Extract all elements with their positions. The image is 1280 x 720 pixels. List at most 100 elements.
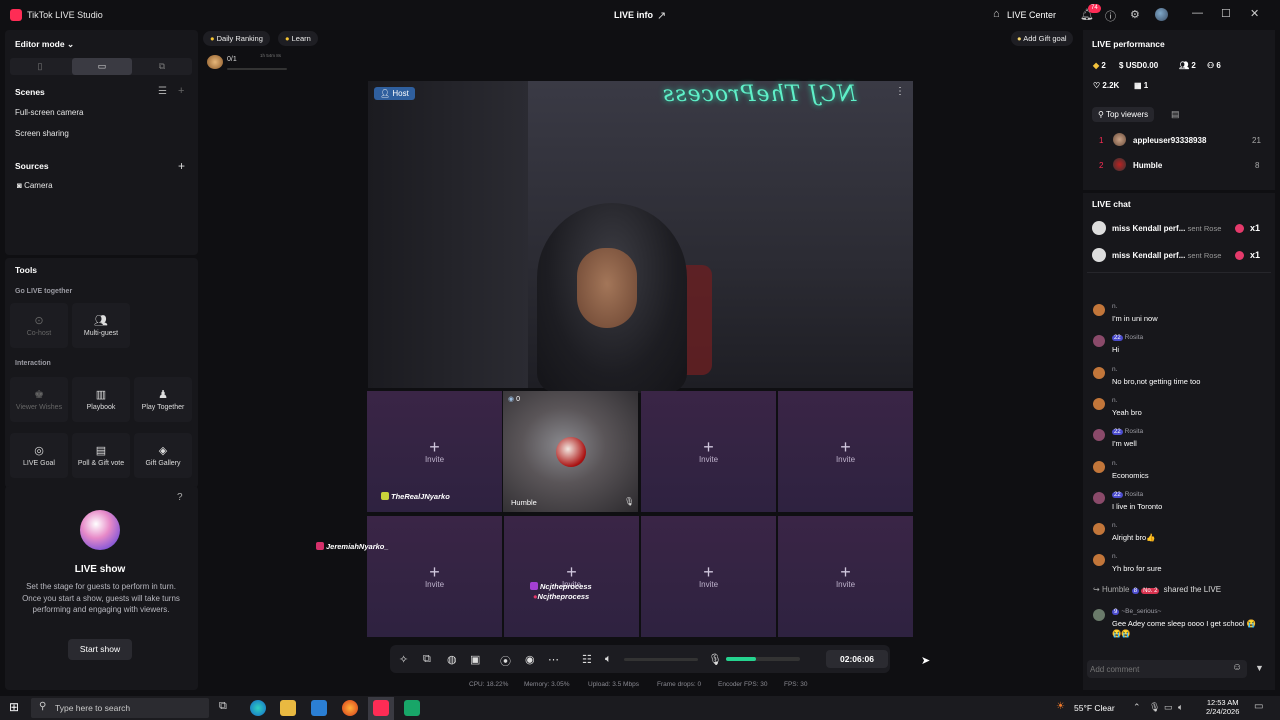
dual-layout-button[interactable]: ⧉ [132,58,192,75]
magic-wand-icon[interactable]: ✧ [399,653,408,666]
chat-user: n. [1112,397,1118,404]
minimize-icon[interactable]: — [1192,7,1203,19]
record-icon[interactable]: ⦿ [500,653,511,669]
effects-icon[interactable]: ⧉ [423,653,431,666]
invite-slot[interactable]: + Invite [778,516,913,637]
notifications-icon[interactable]: ▭ [1254,701,1263,712]
comment-input[interactable] [1090,662,1230,676]
maximize-icon[interactable]: ☐ [1221,7,1231,20]
gifts-stat: ▦ 1 [1134,81,1148,90]
cohost-button[interactable]: ⊙ Co-host [10,303,68,348]
daily-ranking-chip[interactable]: ● Daily Ranking [203,31,270,46]
live-info-button[interactable]: LIVE info [614,10,653,20]
chat-text: Hi [1112,345,1120,354]
level-badge: 22 [1112,335,1123,341]
live-center-button[interactable]: LIVE Center [1007,10,1056,20]
avatar [1093,398,1105,410]
layout-icon[interactable]: ▣ [470,653,480,666]
invite-slot[interactable]: + Invite [778,391,913,512]
tiktok-studio-icon[interactable] [373,700,389,716]
landscape-layout-button[interactable]: ▭ [72,58,132,75]
file-explorer-icon[interactable] [280,700,296,716]
filter-icon[interactable]: ▼ [1255,663,1264,673]
viewers-stat: 👥︎ 2 [1179,61,1196,70]
more-icon[interactable]: ⋯ [548,653,559,666]
weather-text[interactable]: 55°F Clear [1074,703,1115,713]
firefox-icon[interactable] [342,700,358,716]
name-chip: ●Ncjtheprocess [533,592,589,601]
search-placeholder: Type here to search [55,703,131,713]
gift-message: miss Kendall perf... sent Rose [1112,251,1221,260]
avatar [1093,367,1105,379]
mic-tray-icon[interactable]: 🎙︎ [1149,702,1160,713]
invite-slot[interactable]: + Invite [641,391,776,512]
sticker-icon[interactable]: ◍ [447,653,457,666]
source-label: Camera [24,181,53,190]
windows-start-icon[interactable]: ⊞ [9,700,19,714]
viewer-name[interactable]: appleuser93338938 [1133,136,1206,145]
learn-chip[interactable]: ● Learn [278,31,318,46]
avatar[interactable] [1155,8,1168,21]
avatar [1093,429,1105,441]
start-show-button[interactable]: Start show [68,639,132,660]
gear-icon[interactable]: ⚙ [1130,8,1140,21]
add-scene-icon[interactable]: + [178,85,184,97]
share-icon[interactable]: ↗ [657,9,666,22]
home-icon[interactable]: ⌂ [993,8,1000,20]
live-goal-button[interactable]: ◎ LIVE Goal [10,433,68,478]
speaker-icon[interactable]: 🔈︎ [605,653,612,666]
follow-icon: ⚇ [1207,61,1215,70]
more-options-icon[interactable]: ⋮ [895,86,905,97]
weather-icon: ☀ [1056,701,1065,712]
store-icon[interactable] [311,700,327,716]
playbook-button[interactable]: ▥ Playbook [72,377,130,422]
portrait-layout-button[interactable]: ▯ [10,58,70,75]
viewer-name[interactable]: Humble [1133,161,1162,170]
tab-top-viewers[interactable]: ⚲ Top viewers [1092,107,1155,122]
help-icon[interactable]: ⓘ [1105,8,1116,24]
viewers-icon: 👥︎ [1179,61,1190,70]
viewer-wishes-button[interactable]: ♚ Viewer Wishes [10,377,68,422]
add-source-icon[interactable]: + [178,159,185,173]
editor-mode-dropdown[interactable]: Editor mode ⌄ [15,39,74,50]
add-gift-goal-button[interactable]: ● Add Gift goal [1011,31,1073,46]
play-together-button[interactable]: ♟ Play Together [134,377,192,422]
poll-gift-vote-button[interactable]: ▤ Poll & Gift vote [72,433,130,478]
mic-icon[interactable]: 🎙︎ [624,497,634,506]
network-icon[interactable]: ▭ [1164,702,1173,713]
mouse-cursor-icon: ➤ [921,655,931,667]
list-icon[interactable]: ☰ [158,86,167,97]
scene-item[interactable]: Full-screen camera [15,108,83,117]
plus-icon: + [429,562,440,582]
volume-slider[interactable] [624,658,698,661]
taskbar-search[interactable]: Type here to search [31,698,209,718]
app-icon[interactable] [404,700,420,716]
avatar [1113,133,1126,146]
settings-sliders-icon[interactable]: ☷ [582,653,592,666]
invite-slot[interactable]: + Invite [641,516,776,637]
edge-icon[interactable] [250,700,266,716]
source-item-camera[interactable]: ◙ Camera [17,181,53,190]
chat-text: Economics [1112,471,1149,480]
close-icon[interactable]: ✕ [1250,7,1259,20]
share-icon: ↪ [1093,585,1100,594]
invite-slot[interactable]: + Invite [504,516,639,637]
gift-message: miss Kendall perf... sent Rose [1112,224,1221,233]
task-view-icon[interactable]: ⧉ [219,700,227,713]
scene-item[interactable]: Screen sharing [15,129,69,138]
microphone-icon[interactable]: 🎙︎ [708,653,722,666]
camera-switch-icon[interactable]: ◉ [525,653,535,666]
gift-gallery-button[interactable]: ◈ Gift Gallery [134,433,192,478]
guest-name: Humble [511,498,537,507]
clock[interactable]: 12:53 AM 2/24/2026 [1206,698,1239,716]
chat-user: n. [1112,553,1118,560]
list-icon[interactable]: ▤ [1171,109,1180,120]
volume-icon[interactable]: 🔈︎ [1178,702,1183,713]
invite-slot[interactable]: + Invite [367,516,502,637]
tray-chevron-icon[interactable]: ⌃ [1133,702,1141,713]
help-icon[interactable]: ? [177,492,183,503]
avatar [1093,492,1105,504]
sources-title: Sources [15,161,49,171]
multiguest-button[interactable]: 👥︎ Multi-guest [72,303,130,348]
emoji-icon[interactable]: ☺ [1232,662,1242,673]
